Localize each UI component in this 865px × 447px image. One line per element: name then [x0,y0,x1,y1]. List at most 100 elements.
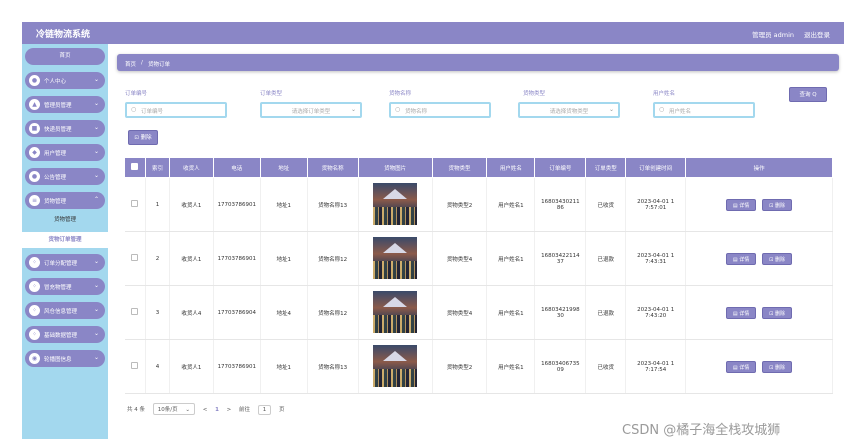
row-delete-label: 删除 [774,202,785,209]
next-page-button[interactable]: > [227,407,232,413]
sidebar-item-courier[interactable]: ■ 快递员管理 ⌄ [25,120,105,137]
sidebar-item-grid[interactable]: ⁘ 冒充物管理 ⌄ [25,278,105,295]
cell-order-type: 已收货 [585,177,627,232]
sidebar-item-profile[interactable]: ● 个人中心 ⌄ [25,72,105,89]
cell-phone: 17703786901 [213,339,261,394]
cell-index: 2 [145,231,170,286]
checkbox[interactable] [131,163,139,170]
current-page[interactable]: 1 [215,407,219,413]
order-no-input[interactable]: ○ 订单编号 [125,102,227,118]
goods-thumbnail[interactable] [373,236,418,279]
time-line2: 7:43:20 [645,312,667,319]
sidebar-item-goods[interactable]: ≡ 货物管理 ⌃ [25,192,105,209]
cell-index: 4 [145,339,170,394]
cell-goods-name: 货物名称12 [307,285,359,340]
sidebar-subitem-goods[interactable]: 货物管理 [22,212,108,228]
cell-actions: ▤ 详情 ⊡ 删除 [685,339,833,394]
row-select[interactable] [124,285,146,340]
row-delete-button[interactable]: ⊡ 删除 [762,306,793,319]
breadcrumb-current: 货物订单 [148,62,171,68]
cell-address: 地址1 [260,177,308,232]
goods-thumbnail[interactable] [373,290,418,333]
person-icon: ● [29,75,40,86]
detail-button[interactable]: ▤ 详情 [726,306,757,319]
prev-page-button[interactable]: < [203,407,208,413]
batch-delete-button[interactable]: ⊡ 删除 [128,130,158,145]
search-icon: ○ [659,106,665,113]
cell-user-name: 用户姓名1 [486,339,536,394]
row-delete-button[interactable]: ⊡ 删除 [762,360,793,373]
detail-label: 详情 [739,364,750,371]
cell-order-no: 16803421998 30 [534,285,587,340]
row-select[interactable] [124,231,146,286]
user-name-input[interactable]: ○ 用户姓名 [653,102,755,118]
sidebar-item-label: 个人中心 [44,79,67,85]
goto-page-input[interactable]: 1 [257,405,272,415]
row-delete-button[interactable]: ⊡ 删除 [762,198,793,211]
sidebar-item-warehouse[interactable]: ⁘ 风仓信息管理 ⌄ [25,302,105,319]
cell-address: 地址1 [260,339,308,394]
cell-created-time: 2023-04-01 1 7:17:54 [625,339,687,394]
batch-delete-label: 删除 [140,135,152,141]
row-select[interactable] [124,339,146,394]
checkbox[interactable] [131,254,139,261]
sidebar-item-assign[interactable]: ⁘ 订单分配管理 ⌄ [25,254,105,271]
goods-type-select[interactable]: 请选择货物类型 ⌄ [518,102,620,118]
cell-index: 3 [145,285,170,340]
goods-name-input[interactable]: ○ 货物名称 [389,102,491,118]
page-size-select[interactable]: 10条/页 ⌄ [152,403,195,415]
goods-thumbnail[interactable] [373,182,418,225]
row-delete-label: 删除 [774,310,785,317]
chevron-down-icon: ⌄ [93,76,99,83]
sidebar-item-admin[interactable]: ▲ 管理员管理 ⌄ [25,96,105,113]
chevron-down-icon: ⌄ [93,354,99,361]
goods-type-placeholder: 请选择货物类型 [549,109,589,115]
table-row: 1 收货人1 17703786901 地址1 货物名称13 货物类型2 用户姓名1 16803… [124,177,833,232]
detail-button[interactable]: ▤ 详情 [726,252,757,265]
cell-goods-name: 货物名称13 [307,177,359,232]
order-type-placeholder: 请选择订单类型 [291,109,331,115]
cell-goods-name: 货物名称12 [307,231,359,286]
data-icon: ⁘ [29,329,40,340]
checkbox[interactable] [131,308,139,315]
goods-thumbnail[interactable] [373,344,418,387]
time-line2: 7:57:01 [645,204,667,211]
cell-order-no: 16803422114 37 [534,231,587,286]
header-created-time: 订单创建时间 [625,157,687,178]
sidebar-item-notice[interactable]: ● 公告管理 ⌄ [25,168,105,185]
header-goods-name: 货物名称 [306,157,359,178]
cell-user-name: 用户姓名1 [486,231,536,286]
cell-user-name: 用户姓名1 [486,285,536,340]
goto-label: 前往 [239,407,251,413]
carousel-icon: ◉ [29,353,40,364]
cell-phone: 17703786901 [213,177,261,232]
order-type-select[interactable]: 请选择订单类型 ⌄ [260,102,362,118]
sidebar-subitem-orders[interactable]: 货物订单管理 [22,232,108,248]
sidebar-item-carousel[interactable]: ◉ 轮播图信息 ⌄ [25,350,105,367]
detail-button[interactable]: ▤ 详情 [726,360,757,373]
checkbox[interactable] [131,362,139,369]
query-button[interactable]: 查询 Q [789,87,827,102]
header-select-all[interactable] [124,157,146,178]
chevron-down-icon: ⌄ [93,148,99,155]
sidebar-item-users[interactable]: ◆ 用户管理 ⌄ [25,144,105,161]
breadcrumb-home[interactable]: 首页 [125,60,136,68]
row-delete-button[interactable]: ⊡ 删除 [762,252,793,265]
sidebar-item-basedata[interactable]: ⁘ 基础数据管理 ⌄ [25,326,105,343]
chevron-down-icon: ⌄ [93,330,99,337]
trash-icon: ⊡ [769,202,774,209]
detail-button[interactable]: ▤ 详情 [726,198,757,211]
cell-order-no: 16803406735 09 [534,339,587,394]
sidebar-item-home[interactable]: 首页 [25,48,105,65]
table-row: 3 收货人4 17703786904 地址4 货物名称12 货物类型4 用户姓名1 16803… [124,285,833,340]
notice-icon: ● [29,171,40,182]
row-select[interactable] [124,177,146,232]
logout-link[interactable]: 退出登录 [804,29,830,39]
cell-created-time: 2023-04-01 1 7:57:01 [625,177,687,232]
detail-label: 详情 [739,256,750,263]
checkbox[interactable] [131,200,139,207]
total-count: 共 4 条 [127,407,145,413]
chevron-up-icon: ⌃ [93,196,99,203]
chevron-down-icon: ⌄ [93,282,99,289]
breadcrumb: 首页 / 货物订单 [117,54,839,71]
